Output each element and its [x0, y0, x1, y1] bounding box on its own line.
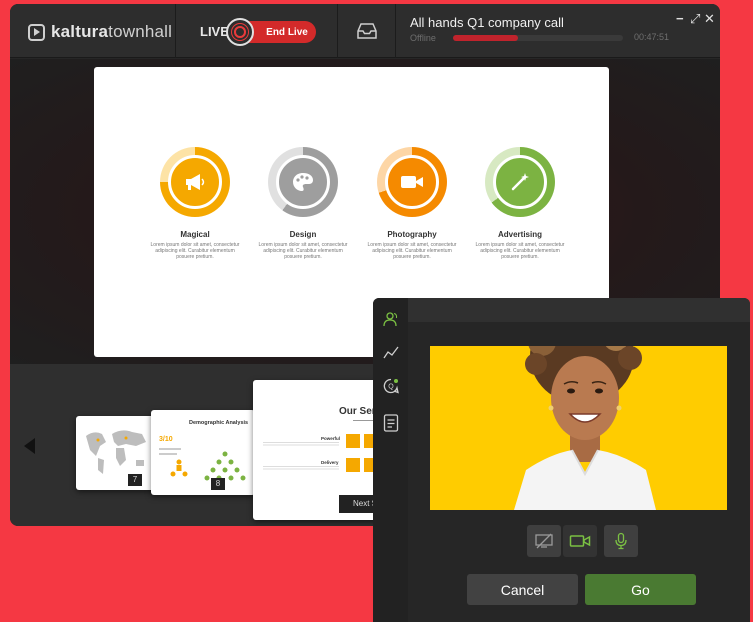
event-elapsed-time: 00:47:51	[634, 32, 670, 42]
presenter-camera-feed	[430, 346, 727, 510]
svg-text:Q: Q	[388, 384, 394, 391]
end-live-button[interactable]: End Live	[244, 21, 316, 43]
camera-icon	[569, 535, 591, 547]
minimize-icon[interactable]: −	[676, 12, 684, 25]
feature-description: Lorem ipsum dolor sit amet, consectetur …	[258, 242, 348, 260]
magic-wand-icon	[511, 173, 529, 191]
go-button[interactable]: Go	[585, 574, 696, 605]
divider	[175, 4, 176, 58]
megaphone-icon	[186, 174, 205, 190]
video-camera-icon	[401, 176, 423, 188]
filmstrip-prev-arrow-icon[interactable]	[24, 438, 35, 454]
maximize-icon[interactable]: ⤢	[690, 12, 700, 25]
slide-thumbnail-current[interactable]: Our Serv Powerful Delivery Next S	[253, 380, 393, 520]
thumbnail-title: Demographic Analysis	[189, 420, 249, 426]
slide-thumbnail[interactable]: 7	[76, 416, 156, 490]
kaltura-townhall-logo: kalturatownhall	[28, 22, 172, 42]
divider	[337, 4, 338, 58]
inbox-icon[interactable]	[356, 22, 378, 40]
panel-sidebar: Q	[373, 298, 408, 622]
feature-title: Advertising	[497, 230, 542, 239]
top-bar: kalturatownhall LIVE End Live All hands …	[10, 4, 720, 58]
kaltura-logo-icon	[28, 23, 45, 41]
camera-preview-video	[430, 346, 727, 510]
slide-number: 7	[128, 474, 142, 486]
demographic-figures-image	[159, 448, 246, 481]
qa-icon[interactable]: Q	[383, 378, 399, 394]
thumbnail-item: Delivery	[321, 460, 339, 465]
truck-icon	[346, 458, 360, 472]
event-progress-fill	[453, 35, 518, 41]
camera-toggle-button[interactable]	[563, 525, 597, 557]
feature-design: Design Lorem ipsum dolor sit amet, conse…	[255, 147, 351, 260]
feature-photography: Photography Lorem ipsum dolor sit amet, …	[364, 147, 460, 260]
feature-title: Design	[289, 230, 317, 239]
divider	[395, 4, 396, 58]
camera-preview-panel: Q Cancel Go	[373, 298, 750, 622]
feature-advertising: Advertising Lorem ipsum dolor sit amet, …	[472, 147, 568, 260]
thumbnail-item: Powerful	[321, 436, 341, 441]
participants-icon[interactable]	[383, 311, 399, 327]
cancel-button[interactable]: Cancel	[467, 574, 578, 605]
close-icon[interactable]: ✕	[704, 12, 715, 25]
power-icon	[346, 434, 360, 448]
analytics-icon[interactable]	[383, 345, 399, 359]
feature-title: Magical	[180, 230, 210, 239]
screen-share-button[interactable]	[527, 525, 561, 557]
screen-share-off-icon	[535, 533, 553, 549]
palette-icon	[293, 173, 313, 191]
microphone-icon	[615, 532, 627, 550]
feature-title: Photography	[387, 230, 437, 239]
logo-light: townhall	[108, 22, 173, 41]
event-status: Offline	[410, 33, 436, 43]
panel-header	[408, 298, 750, 322]
live-broadcast-icon	[226, 18, 254, 46]
feature-description: Lorem ipsum dolor sit amet, consectetur …	[150, 242, 240, 260]
event-progress-bar	[453, 35, 623, 41]
live-label: LIVE	[200, 24, 229, 39]
world-map-image	[86, 430, 146, 474]
feature-magical: Magical Lorem ipsum dolor sit amet, cons…	[147, 147, 243, 260]
logo-bold: kaltura	[51, 22, 109, 41]
feature-description: Lorem ipsum dolor sit amet, consectetur …	[367, 242, 457, 260]
feature-description: Lorem ipsum dolor sit amet, consectetur …	[475, 242, 565, 260]
thumbnail-stat: 3/10	[159, 436, 173, 443]
event-title: All hands Q1 company call	[410, 15, 564, 30]
slide-number: 8	[211, 478, 225, 490]
microphone-toggle-button[interactable]	[604, 525, 638, 557]
notes-icon[interactable]	[383, 414, 399, 432]
slide-thumbnail[interactable]: Demographic Analysis 3/10 8	[151, 410, 255, 495]
